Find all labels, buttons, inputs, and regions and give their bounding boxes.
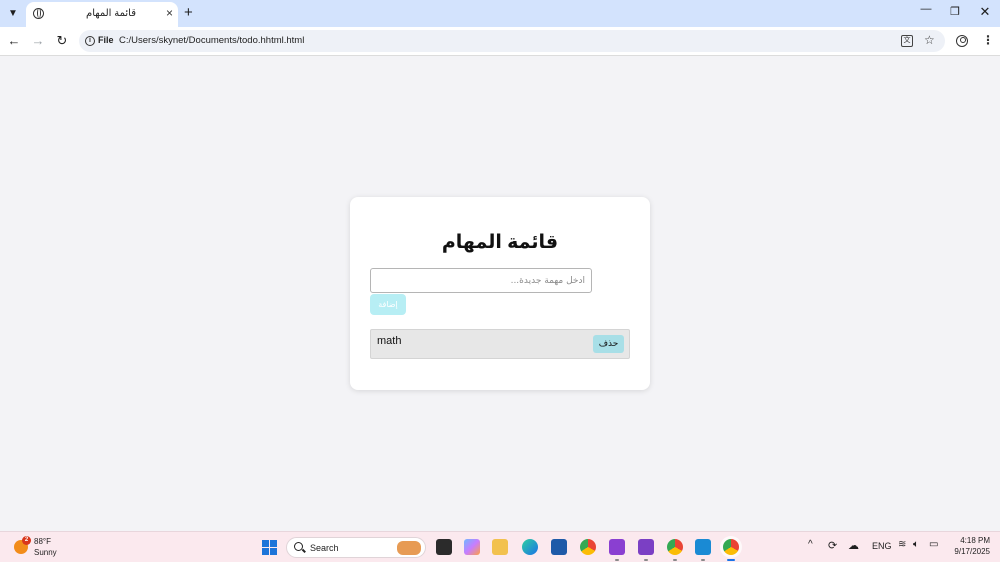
visual-studio-icon[interactable] bbox=[609, 539, 625, 555]
task-list: math حذف bbox=[370, 329, 630, 359]
search-highlight-icon bbox=[397, 541, 421, 555]
running-indicator bbox=[701, 559, 705, 561]
translate-icon[interactable]: 文 bbox=[901, 35, 913, 47]
restore-icon[interactable]: ❐ bbox=[948, 5, 962, 18]
address-bar[interactable]: i File C:/Users/skynet/Documents/todo.hh… bbox=[79, 30, 945, 52]
taskbar: 2 88°F Sunny Search ^ ⟳ ☁ ENG ≋ 🔈︎ ▭ 4:1… bbox=[0, 531, 1000, 562]
file-explorer-icon[interactable] bbox=[492, 539, 508, 555]
bookmark-star-icon[interactable]: ☆ bbox=[924, 33, 935, 47]
weather-condition[interactable]: Sunny bbox=[34, 548, 57, 557]
clock-date[interactable]: 9/17/2025 bbox=[940, 547, 990, 556]
active-indicator bbox=[727, 559, 735, 561]
taskbar-search[interactable]: Search bbox=[286, 537, 426, 558]
search-label: Search bbox=[310, 543, 339, 553]
language-indicator[interactable]: ENG bbox=[872, 541, 892, 551]
forward-arrow-icon[interactable]: → bbox=[31, 34, 45, 48]
search-icon bbox=[294, 542, 303, 551]
chrome-app-icon[interactable] bbox=[580, 539, 596, 555]
tab-search-chevron-icon[interactable]: ▼ bbox=[4, 4, 22, 22]
windows-start-icon[interactable] bbox=[262, 540, 277, 555]
browser-toolbar: ← → ↻ i File C:/Users/skynet/Documents/t… bbox=[0, 27, 1000, 56]
store-app-icon[interactable] bbox=[551, 539, 567, 555]
more-menu-icon[interactable]: ⋮ bbox=[982, 33, 994, 47]
page-viewport: قائمة المهام إضافة math حذف bbox=[0, 57, 1000, 531]
back-arrow-icon[interactable]: ← bbox=[7, 34, 21, 48]
globe-icon bbox=[33, 8, 44, 19]
edge-browser-icon[interactable] bbox=[522, 539, 538, 555]
terminal-app-icon[interactable] bbox=[436, 539, 452, 555]
chrome-profile-icon[interactable] bbox=[667, 539, 683, 555]
clock-time[interactable]: 4:18 PM bbox=[940, 536, 990, 545]
task-text: math bbox=[377, 335, 402, 347]
vscode-app-icon[interactable] bbox=[695, 539, 711, 555]
todo-card: قائمة المهام إضافة math حذف bbox=[350, 197, 650, 390]
window-close-icon[interactable]: ✕ bbox=[978, 4, 992, 20]
url-text[interactable]: C:/Users/skynet/Documents/todo.hhtml.htm… bbox=[119, 35, 304, 46]
weather-temperature[interactable]: 88°F bbox=[34, 537, 51, 546]
running-indicator bbox=[615, 559, 619, 561]
reload-icon[interactable]: ↻ bbox=[55, 34, 69, 48]
weather-badge: 2 bbox=[22, 536, 31, 545]
tray-overflow-chevron-icon[interactable]: ^ bbox=[808, 539, 813, 550]
page-title: قائمة المهام bbox=[441, 232, 559, 253]
add-task-button[interactable]: إضافة bbox=[370, 294, 406, 315]
visual-studio-preview-icon[interactable] bbox=[638, 539, 654, 555]
running-indicator bbox=[644, 559, 648, 561]
running-indicator bbox=[673, 559, 677, 561]
sync-icon[interactable]: ⟳ bbox=[828, 539, 837, 552]
site-info-icon[interactable]: i bbox=[85, 36, 95, 46]
new-task-input[interactable] bbox=[370, 268, 592, 293]
tab-active[interactable]: قائمة المهام × bbox=[26, 2, 178, 27]
profile-icon[interactable] bbox=[956, 35, 968, 47]
tab-close-icon[interactable]: × bbox=[166, 7, 173, 19]
volume-icon[interactable]: 🔈︎ bbox=[913, 539, 919, 550]
delete-task-button[interactable]: حذف bbox=[593, 335, 624, 353]
tab-strip: ▼ قائمة المهام × + — ❐ ✕ bbox=[0, 0, 1000, 27]
task-item: math حذف bbox=[370, 329, 630, 359]
wifi-icon[interactable]: ≋ bbox=[898, 539, 906, 550]
minimize-icon[interactable]: — bbox=[919, 3, 933, 15]
new-tab-icon[interactable]: + bbox=[184, 5, 193, 20]
battery-icon[interactable]: ▭ bbox=[929, 539, 938, 550]
cloud-off-icon[interactable]: ☁ bbox=[848, 539, 859, 552]
chrome-active-icon[interactable] bbox=[723, 539, 739, 555]
copilot-app-icon[interactable] bbox=[464, 539, 480, 555]
scheme-label: File bbox=[98, 35, 114, 45]
